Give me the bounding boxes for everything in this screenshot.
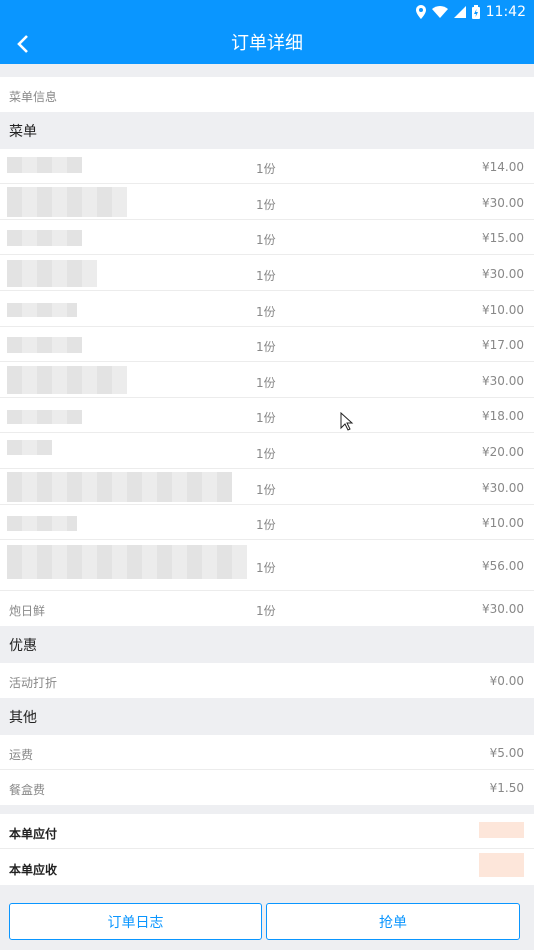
item-qty: 1份 xyxy=(256,483,276,497)
item-price: ¥10.00 xyxy=(482,516,524,530)
item-qty: 1份 xyxy=(256,561,276,575)
redacted-item-name xyxy=(7,260,97,287)
redacted-item-name xyxy=(7,337,82,353)
item-price: ¥30.00 xyxy=(482,481,524,495)
menu-section-title: 菜单 xyxy=(9,123,37,140)
menu-item: 1份 ¥56.00 xyxy=(0,540,534,591)
menu-item: 1份 ¥30.00 xyxy=(0,184,534,220)
menu-item: 1份 ¥10.00 xyxy=(0,505,534,540)
menu-item: 炮日鲜 1份 ¥30.00 xyxy=(0,591,534,626)
item-qty: 1份 xyxy=(256,198,276,212)
receivable-label: 本单应收 xyxy=(9,863,58,877)
item-qty: 1份 xyxy=(256,305,276,319)
redacted-receivable-amount xyxy=(479,853,524,877)
location-icon xyxy=(415,5,426,19)
box-fee-label: 餐盒费 xyxy=(9,783,46,797)
payable-label: 本单应付 xyxy=(9,827,58,841)
menu-item: 1份 ¥10.00 xyxy=(0,291,534,327)
order-log-button[interactable]: 订单日志 xyxy=(9,903,262,940)
status-time: 11:42 xyxy=(485,4,526,20)
menu-item: 1份 ¥17.00 xyxy=(0,327,534,362)
redacted-item-name xyxy=(7,440,52,455)
discount-value: ¥0.00 xyxy=(489,674,524,688)
item-qty: 1份 xyxy=(256,376,276,390)
redacted-payable-amount xyxy=(479,822,524,838)
menu-item: 1份 ¥30.00 xyxy=(0,362,534,398)
battery-icon xyxy=(471,5,480,19)
menu-item: 1份 ¥30.00 xyxy=(0,255,534,291)
item-qty: 1份 xyxy=(256,447,276,461)
item-price: ¥17.00 xyxy=(482,338,524,352)
redacted-item-name xyxy=(7,410,82,424)
grab-order-button[interactable]: 抢单 xyxy=(266,903,520,940)
item-qty: 1份 xyxy=(256,233,276,247)
menu-section-header: 菜单 xyxy=(0,112,534,149)
redacted-item-name xyxy=(7,187,127,217)
redacted-item-name xyxy=(7,230,82,246)
item-price: ¥30.00 xyxy=(482,374,524,388)
menu-item: 1份 ¥15.00 xyxy=(0,220,534,255)
redacted-item-name xyxy=(7,472,232,502)
item-price: ¥14.00 xyxy=(482,160,524,174)
menu-item: 1份 ¥18.00 xyxy=(0,398,534,433)
item-qty: 1份 xyxy=(256,162,276,176)
item-name: 炮日鲜 xyxy=(9,604,46,618)
redacted-item-name xyxy=(7,303,77,317)
item-qty: 1份 xyxy=(256,604,276,618)
discount-section-header: 优惠 xyxy=(0,626,534,663)
menu-info-label: 菜单信息 xyxy=(9,90,58,104)
item-price: ¥18.00 xyxy=(482,409,524,423)
item-price: ¥15.00 xyxy=(482,231,524,245)
discount-section-title: 优惠 xyxy=(9,637,37,654)
status-bar: 11:42 xyxy=(0,0,534,24)
footer-actions: 订单日志 抢单 xyxy=(0,897,534,950)
other-section-header: 其他 xyxy=(0,698,534,735)
item-qty: 1份 xyxy=(256,340,276,354)
discount-label: 活动打折 xyxy=(9,676,58,690)
item-price: ¥30.00 xyxy=(482,602,524,616)
menu-info-row: 菜单信息 xyxy=(0,77,534,112)
other-section-title: 其他 xyxy=(9,709,37,726)
item-price: ¥20.00 xyxy=(482,445,524,459)
shipping-fee-value: ¥5.00 xyxy=(489,746,524,760)
redacted-item-name xyxy=(7,516,77,531)
redacted-item-name xyxy=(7,157,82,173)
fee-row: 餐盒费 ¥1.50 xyxy=(0,770,534,805)
item-qty: 1份 xyxy=(256,518,276,532)
redacted-item-name xyxy=(7,545,247,579)
shipping-fee-label: 运费 xyxy=(9,748,34,762)
menu-item: 1份 ¥20.00 xyxy=(0,433,534,469)
mouse-cursor-icon xyxy=(340,412,354,431)
menu-item: 1份 ¥14.00 xyxy=(0,149,534,184)
fee-row: 运费 ¥5.00 xyxy=(0,735,534,770)
discount-row: 活动打折 ¥0.00 xyxy=(0,663,534,698)
page-title: 订单详细 xyxy=(231,33,303,54)
payable-row: 本单应付 xyxy=(0,814,534,849)
menu-item: 1份 ¥30.00 xyxy=(0,469,534,505)
receivable-row: 本单应收 xyxy=(0,849,534,885)
item-price: ¥10.00 xyxy=(482,303,524,317)
nav-bar: 订单详细 xyxy=(0,24,534,64)
wifi-icon xyxy=(431,6,448,18)
signal-icon xyxy=(453,6,466,18)
item-price: ¥56.00 xyxy=(482,559,524,573)
redacted-item-name xyxy=(7,366,127,394)
item-price: ¥30.00 xyxy=(482,196,524,210)
item-price: ¥30.00 xyxy=(482,267,524,281)
item-qty: 1份 xyxy=(256,411,276,425)
item-qty: 1份 xyxy=(256,269,276,283)
box-fee-value: ¥1.50 xyxy=(489,781,524,795)
